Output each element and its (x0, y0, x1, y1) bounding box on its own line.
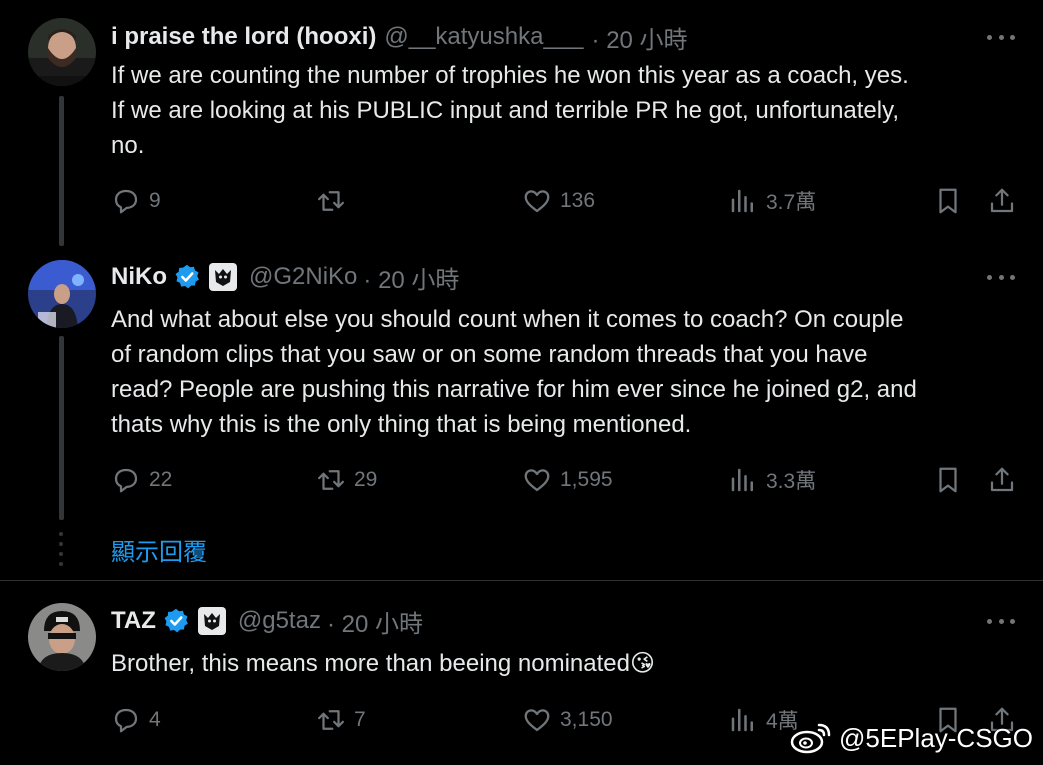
verified-icon[interactable] (173, 263, 201, 291)
like-button[interactable]: 1,595 (522, 460, 613, 500)
share-icon (990, 467, 1014, 492)
retweet-icon (318, 470, 344, 490)
tweet-text: And what about else you should count whe… (111, 302, 1016, 442)
tweet-text-line: read? People are pushing this narrative … (111, 376, 917, 403)
like-count: 136 (560, 189, 596, 212)
share-button[interactable] (987, 181, 1017, 221)
thread-dots (59, 532, 64, 572)
share-button[interactable] (987, 460, 1017, 500)
weibo-icon (790, 723, 831, 754)
views-count: 3.7萬 (766, 191, 817, 214)
timestamp[interactable]: · 20 小時 (363, 260, 459, 295)
tweet-text-line: If we are looking at his PUBLIC input an… (111, 97, 899, 124)
like-icon (524, 190, 550, 213)
more-icon[interactable] (987, 611, 1015, 631)
thread-line (59, 336, 64, 520)
watermark-text: @5EPlay-CSGO (839, 722, 1033, 753)
reply-button[interactable]: 22 (111, 460, 172, 500)
retweet-button[interactable]: 7 (316, 700, 366, 740)
tweet-text-line: thats why this is the only thing that is… (111, 411, 692, 438)
views-icon (731, 708, 753, 732)
g2-affiliate-icon[interactable] (197, 607, 226, 635)
thread-line (59, 96, 64, 246)
avatar[interactable] (28, 260, 96, 328)
author-handle[interactable]: @G2NiKo (249, 263, 357, 291)
tweet-text-line: If we are counting the number of trophie… (111, 62, 909, 89)
bookmark-icon (939, 188, 957, 214)
author-handle[interactable]: @g5taz (238, 607, 321, 635)
tweet-text: Brother, this means more than beeing nom… (111, 646, 1016, 681)
author-name[interactable]: TAZ (111, 607, 156, 635)
reply-count: 4 (149, 708, 161, 731)
more-icon[interactable] (987, 27, 1015, 47)
verified-icon[interactable] (162, 607, 190, 635)
tweet-hooxi[interactable]: i praise the lord (hooxi) @__katyushka__… (0, 0, 1043, 246)
watermark: @5EPlay-CSGO (789, 721, 1033, 755)
reply-count: 22 (149, 468, 173, 491)
like-icon (524, 709, 550, 732)
bookmark-icon (939, 467, 957, 493)
like-button[interactable]: 136 (522, 181, 595, 221)
tweet-text-line: of random clips that you saw or on some … (111, 341, 868, 368)
tweet-niko[interactable]: NiKo @G2NiKo · 20 小時 And what about else… (0, 240, 1043, 580)
like-icon (524, 469, 550, 492)
tweet-text-line: Brother, this means more than beeing nom… (111, 650, 655, 677)
avatar[interactable] (28, 18, 96, 86)
tweet-text-line: no. (111, 132, 145, 159)
retweet-button[interactable]: 29 (316, 460, 377, 500)
like-count: 3,150 (560, 708, 613, 731)
author-name[interactable]: i praise the lord (hooxi) (111, 23, 376, 51)
tweet-text-line: And what about else you should count whe… (111, 306, 904, 333)
views-button[interactable]: 3.3萬 (728, 460, 816, 500)
bookmark-button[interactable] (933, 181, 963, 221)
bookmark-button[interactable] (933, 460, 963, 500)
like-button[interactable]: 3,150 (522, 700, 613, 740)
views-icon (731, 468, 753, 492)
action-bar: 9 136 3.7萬 (111, 181, 1031, 221)
retweet-count: 29 (354, 468, 378, 491)
retweet-icon (318, 191, 344, 211)
reply-count: 9 (149, 189, 161, 212)
reply-icon (114, 468, 138, 493)
timestamp[interactable]: · 20 小時 (327, 604, 423, 639)
author-handle[interactable]: @__katyushka___ (384, 23, 583, 51)
reply-button[interactable]: 9 (111, 181, 161, 221)
author-name[interactable]: NiKo (111, 263, 167, 291)
share-icon (990, 188, 1014, 213)
avatar[interactable] (28, 603, 96, 671)
views-icon (731, 189, 753, 213)
action-bar: 22 29 1,595 3.3萬 (111, 460, 1031, 500)
reply-icon (114, 708, 138, 733)
tweet-text: If we are counting the number of trophie… (111, 58, 1016, 163)
reply-icon (114, 189, 138, 214)
views-button[interactable]: 3.7萬 (728, 181, 816, 221)
retweet-button[interactable] (316, 181, 354, 221)
timestamp[interactable]: · 20 小時 (592, 20, 688, 55)
show-replies-link[interactable]: 顯示回覆 (111, 532, 207, 567)
retweet-count: 7 (354, 708, 366, 731)
like-count: 1,595 (560, 468, 613, 491)
retweet-icon (318, 710, 344, 730)
reply-button[interactable]: 4 (111, 700, 161, 740)
g2-affiliate-icon[interactable] (209, 263, 237, 291)
more-icon[interactable] (987, 267, 1015, 287)
views-count: 3.3萬 (766, 470, 817, 493)
